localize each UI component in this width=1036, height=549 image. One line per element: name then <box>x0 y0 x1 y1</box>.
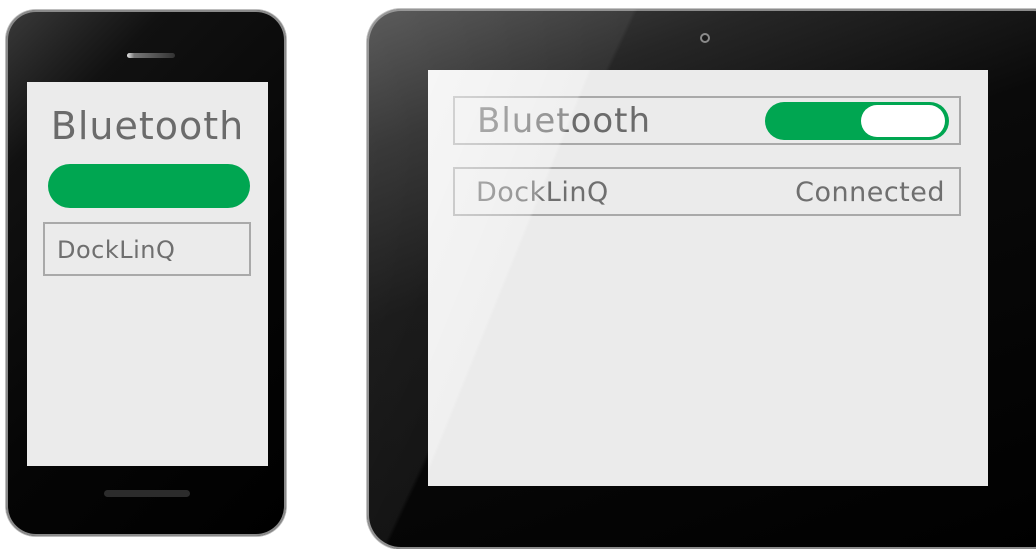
tablet-screen: Bluetooth DockLinQ Connected <box>428 70 988 486</box>
toggle-knob <box>861 105 945 137</box>
phone-device-name: DockLinQ <box>57 236 176 264</box>
tablet-bluetooth-row: Bluetooth <box>453 96 961 145</box>
phone-home-button[interactable] <box>104 490 190 497</box>
tablet-device-name: DockLinQ <box>476 177 609 208</box>
phone-speaker <box>127 53 175 58</box>
tablet-bluetooth-toggle[interactable] <box>765 102 949 140</box>
tablet-device-status: Connected <box>795 177 945 208</box>
smartphone: Bluetooth DockLinQ <box>6 10 286 536</box>
phone-screen: Bluetooth DockLinQ <box>27 82 268 466</box>
tablet: Bluetooth DockLinQ Connected <box>367 9 1036 549</box>
camera-icon <box>700 33 710 43</box>
phone-bluetooth-toggle[interactable] <box>48 164 250 208</box>
phone-bluetooth-title: Bluetooth <box>50 104 245 148</box>
tablet-device-item[interactable]: DockLinQ Connected <box>453 167 961 216</box>
tablet-bluetooth-title: Bluetooth <box>477 101 652 141</box>
phone-device-item[interactable]: DockLinQ <box>43 222 251 276</box>
